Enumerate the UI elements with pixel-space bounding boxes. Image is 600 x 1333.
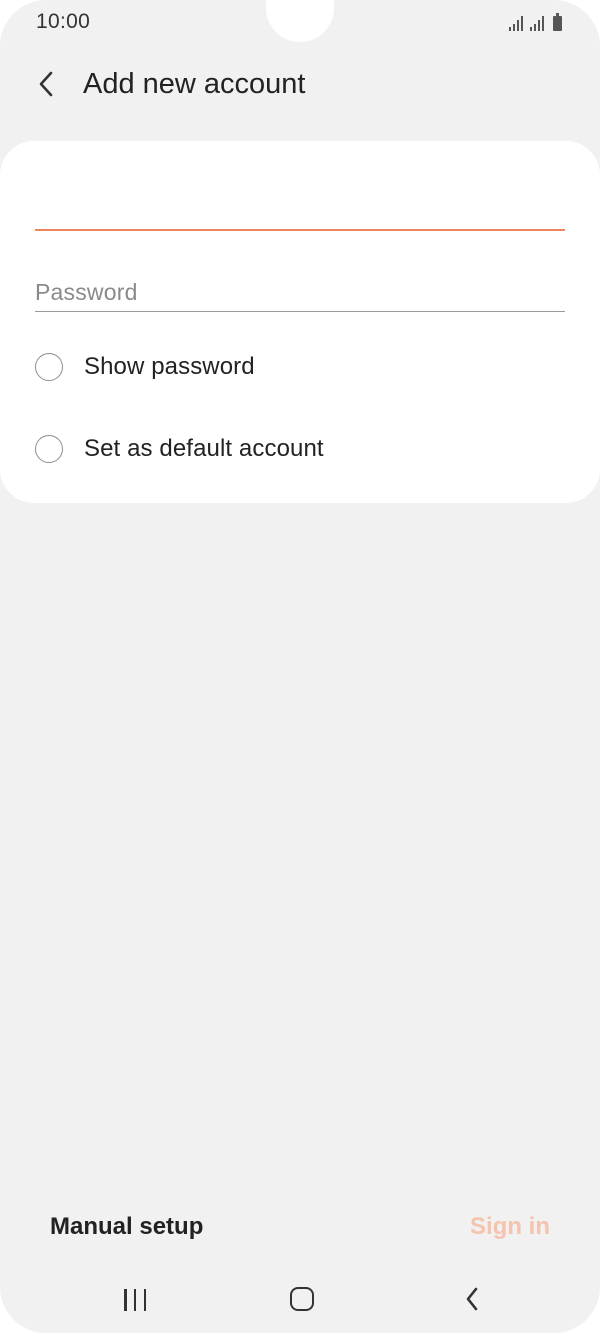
camera-notch bbox=[266, 0, 334, 42]
email-field[interactable] bbox=[35, 189, 565, 231]
app-bar: Add new account bbox=[0, 56, 600, 112]
default-account-checkbox[interactable] bbox=[35, 435, 63, 463]
page-title: Add new account bbox=[83, 68, 306, 100]
default-account-option[interactable]: Set as default account bbox=[35, 429, 565, 469]
home-icon[interactable] bbox=[290, 1287, 314, 1311]
show-password-option[interactable]: Show password bbox=[35, 347, 565, 387]
show-password-checkbox[interactable] bbox=[35, 353, 63, 381]
signal-icon bbox=[530, 15, 544, 31]
status-time: 10:00 bbox=[36, 10, 91, 33]
default-account-label: Set as default account bbox=[84, 435, 324, 462]
phone-screen: 10:00 Add new account Password Show pass… bbox=[0, 0, 600, 1333]
sign-in-button[interactable]: Sign in bbox=[470, 1213, 550, 1241]
back-icon[interactable] bbox=[458, 1284, 486, 1314]
password-field[interactable]: Password bbox=[35, 271, 565, 312]
password-placeholder: Password bbox=[35, 279, 138, 305]
signal-icon bbox=[509, 15, 523, 31]
back-arrow-icon[interactable] bbox=[28, 66, 64, 102]
show-password-label: Show password bbox=[84, 353, 255, 380]
battery-icon bbox=[553, 13, 562, 31]
manual-setup-button[interactable]: Manual setup bbox=[50, 1213, 203, 1241]
status-icons bbox=[509, 11, 562, 31]
account-form-card: Password Show password Set as default ac… bbox=[0, 141, 600, 503]
recents-icon[interactable] bbox=[120, 1287, 150, 1313]
system-nav-bar bbox=[0, 1270, 600, 1328]
